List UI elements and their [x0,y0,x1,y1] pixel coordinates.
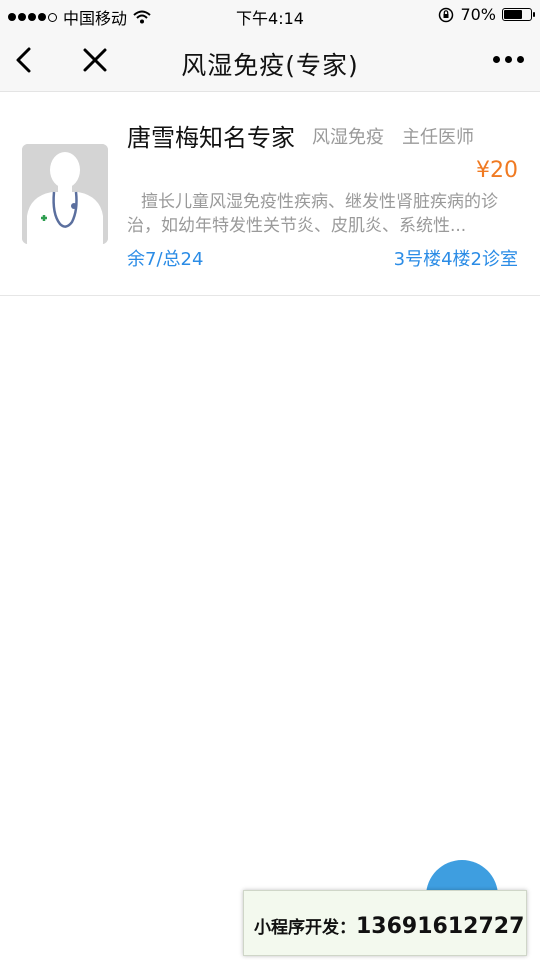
promo-text: 小程序开发：13691612727 [254,913,524,939]
doctor-card[interactable]: 唐雪梅知名专家 风湿免疫 主任医师 ¥20 擅长儿童风湿免疫性疾病、继发性肾脏疾… [0,92,540,296]
appointment-quota: 余7/总24 [127,249,204,270]
consultation-price: ¥20 [476,158,518,183]
status-right: 70% [438,5,535,24]
battery-level [504,10,522,19]
promo-banner: 小程序开发：13691612727 [243,890,527,956]
more-dots-icon[interactable] [493,56,524,63]
doctor-name: 唐雪梅知名专家 [127,124,295,152]
promo-phone: 13691612727 [356,914,525,939]
doctor-title: 主任医师 [402,127,474,148]
battery-icon [502,8,535,21]
promo-label: 小程序开发： [254,918,356,938]
clinic-location: 3号楼4楼2诊室 [393,249,518,270]
status-bar: 中国移动 下午4:14 70% [0,0,540,30]
rotation-lock-icon [439,7,454,22]
page-title: 风湿免疫(专家) [181,51,359,80]
doctor-avatar-icon [22,144,108,244]
doctor-description: 擅长儿童风湿免疫性疾病、继发性肾脏疾病的诊治，如幼年特发性关节炎、皮肌炎、系统性… [127,192,498,236]
battery-percent: 70% [460,5,496,24]
nav-bar: 风湿免疫(专家) [0,30,540,92]
doctor-department: 风湿免疫 [312,127,384,148]
